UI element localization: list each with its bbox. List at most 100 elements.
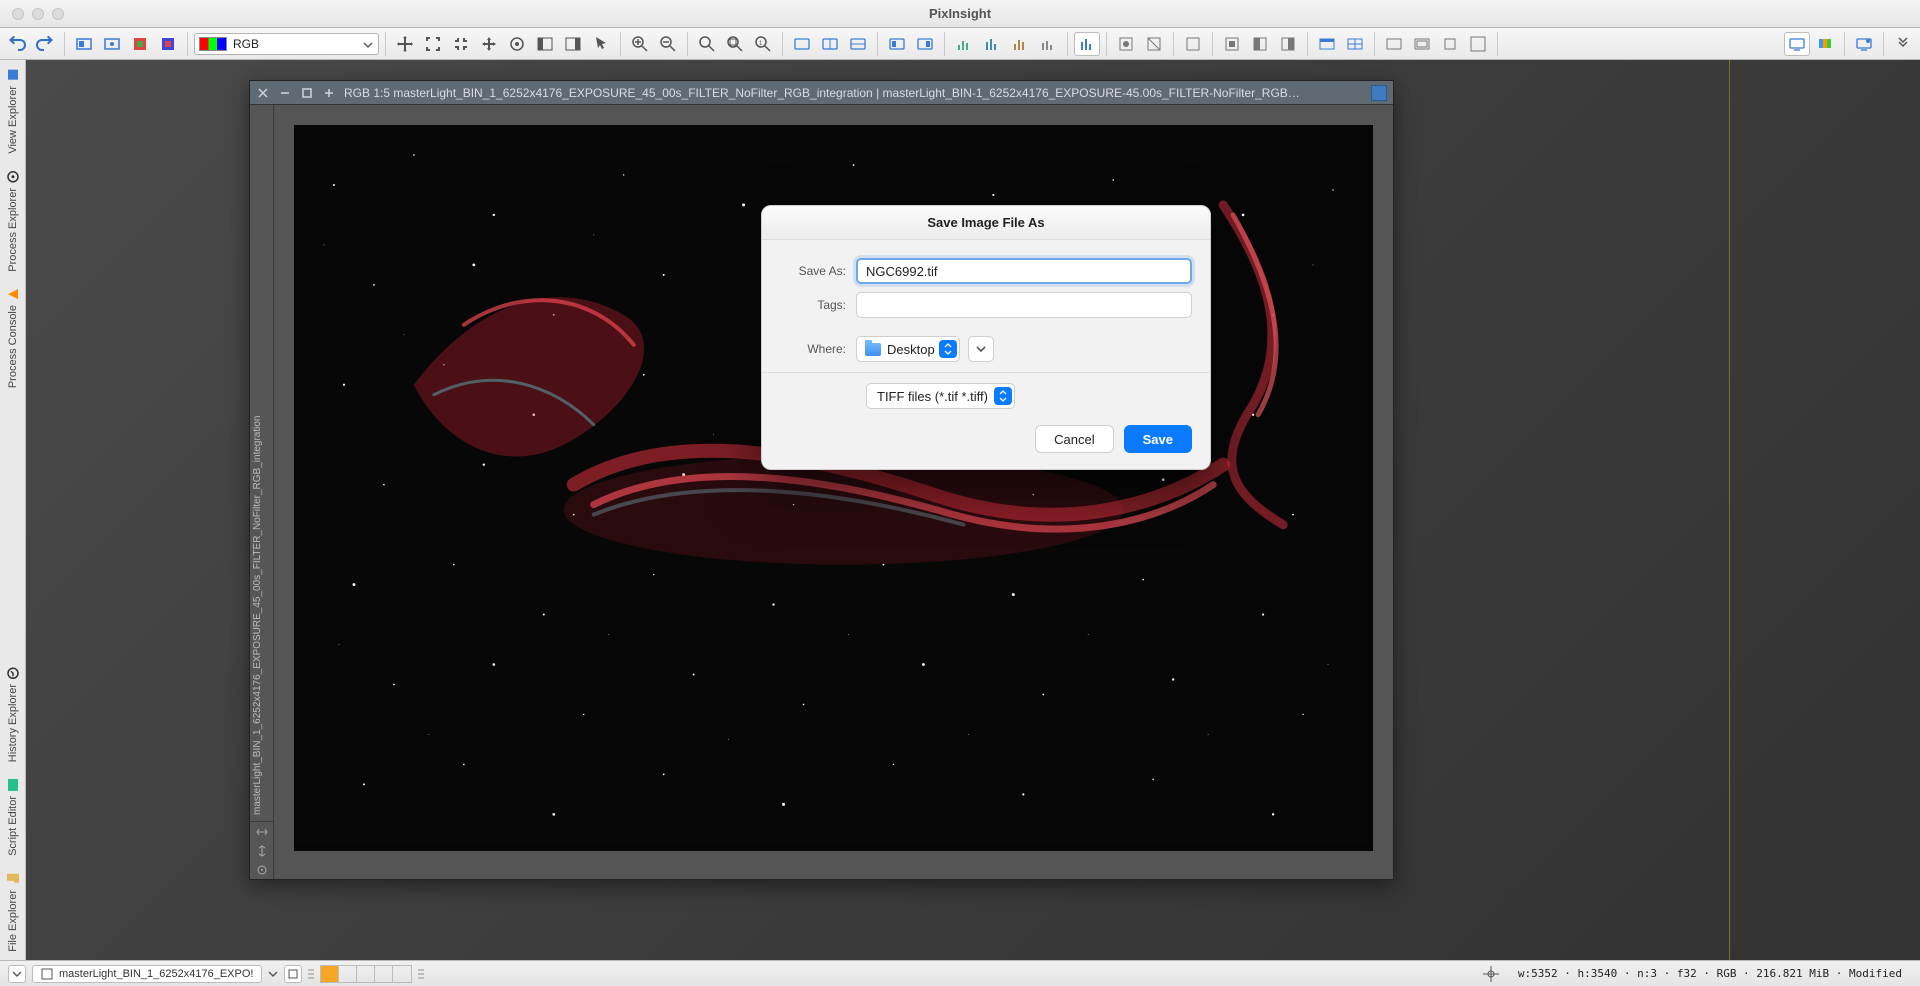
split-left-icon[interactable] bbox=[532, 32, 558, 56]
filetype-label: TIFF files (*.tif *.tiff) bbox=[877, 389, 988, 404]
image-window-side-strip: masterLight_BIN_1_6252x4176_EXPOSURE_45_… bbox=[250, 105, 274, 879]
toolbar-separator bbox=[385, 32, 386, 56]
move-tool-icon[interactable] bbox=[392, 32, 418, 56]
zoom-1to1-icon[interactable]: 1 bbox=[750, 32, 776, 56]
pointer-tool-icon[interactable] bbox=[588, 32, 614, 56]
zoom-icon[interactable] bbox=[694, 32, 720, 56]
updown-caret-icon bbox=[994, 387, 1012, 405]
pan-icon[interactable] bbox=[476, 32, 502, 56]
tool-icon-3[interactable] bbox=[127, 32, 153, 56]
tab-caret-icon[interactable] bbox=[268, 969, 278, 979]
channel-toggle[interactable] bbox=[375, 966, 393, 982]
monitor-icon-2[interactable] bbox=[1851, 32, 1877, 56]
rail-tab-process-explorer[interactable]: Process Explorer bbox=[4, 162, 22, 280]
image-tab-label: masterLight_BIN_1_6252x4176_EXPO! bbox=[59, 968, 253, 980]
main-toolbar: RGB 1 bbox=[0, 28, 1920, 60]
filetype-dropdown[interactable]: TIFF files (*.tif *.tiff) bbox=[866, 383, 1015, 409]
center-icon[interactable] bbox=[504, 32, 530, 56]
statusbar-pin-button[interactable] bbox=[284, 965, 302, 983]
tool-icon-4[interactable] bbox=[155, 32, 181, 56]
shade-icon[interactable] bbox=[322, 86, 336, 100]
rail-tab-script-editor[interactable]: Script Editor bbox=[4, 770, 22, 864]
zoom-fit-icon[interactable] bbox=[722, 32, 748, 56]
histogram-icon-3[interactable] bbox=[1007, 32, 1033, 56]
image-mode-indicator-icon[interactable] bbox=[1371, 85, 1387, 101]
channel-selector[interactable]: RGB bbox=[194, 33, 379, 55]
toolbar-separator bbox=[1106, 32, 1107, 56]
statusbar-menu-button[interactable] bbox=[8, 965, 26, 983]
mask-icon-1[interactable] bbox=[1113, 32, 1139, 56]
histogram-icon-1[interactable] bbox=[951, 32, 977, 56]
window-icon-1[interactable] bbox=[1314, 32, 1340, 56]
monitor-icon-active[interactable] bbox=[1784, 32, 1810, 56]
window-icon-6[interactable] bbox=[1465, 32, 1491, 56]
mask-icon-6[interactable] bbox=[1275, 32, 1301, 56]
split-right-icon[interactable] bbox=[560, 32, 586, 56]
filename-input[interactable] bbox=[856, 258, 1192, 284]
channel-toggle[interactable] bbox=[339, 966, 357, 982]
mask-icon-3[interactable] bbox=[1180, 32, 1206, 56]
channel-toggle[interactable] bbox=[357, 966, 375, 982]
minimize-window-icon[interactable] bbox=[32, 8, 44, 20]
save-button[interactable]: Save bbox=[1124, 425, 1192, 453]
toolbar-separator bbox=[1374, 32, 1375, 56]
window-icon-5[interactable] bbox=[1437, 32, 1463, 56]
history-icon bbox=[6, 666, 20, 680]
grip-icon[interactable] bbox=[308, 969, 314, 979]
rgb-swatch-icon bbox=[199, 37, 227, 51]
mask-icon-5[interactable] bbox=[1247, 32, 1273, 56]
dropdown-caret-icon bbox=[362, 39, 374, 51]
window-icon-3[interactable] bbox=[1381, 32, 1407, 56]
collapse-icon[interactable] bbox=[448, 32, 474, 56]
zoom-out-icon[interactable] bbox=[655, 32, 681, 56]
window-icon-4[interactable] bbox=[1409, 32, 1435, 56]
maximize-icon[interactable] bbox=[300, 86, 314, 100]
close-icon[interactable] bbox=[256, 86, 270, 100]
disclosure-button[interactable] bbox=[968, 336, 994, 362]
where-location-dropdown[interactable]: Desktop bbox=[856, 336, 960, 362]
gear-icon bbox=[6, 170, 20, 184]
rail-tab-process-console[interactable]: Process Console bbox=[4, 279, 22, 396]
mask-icon-4[interactable] bbox=[1219, 32, 1245, 56]
mask-icon-2[interactable] bbox=[1141, 32, 1167, 56]
expand-vert-icon[interactable] bbox=[256, 845, 268, 857]
channel-toggle-active[interactable] bbox=[321, 966, 339, 982]
channel-toggle[interactable] bbox=[393, 966, 411, 982]
fit-view-icon[interactable] bbox=[420, 32, 446, 56]
overflow-icon[interactable] bbox=[1890, 32, 1916, 56]
undo-button[interactable] bbox=[4, 32, 30, 56]
monitor-color-icon[interactable] bbox=[1812, 32, 1838, 56]
zoom-window-icon[interactable] bbox=[52, 8, 64, 20]
channel-toggle-strip[interactable] bbox=[320, 965, 412, 983]
tool-icon-1[interactable] bbox=[71, 32, 97, 56]
save-as-label: Save As: bbox=[780, 264, 856, 278]
window-icon-2[interactable] bbox=[1342, 32, 1368, 56]
tags-input[interactable] bbox=[856, 292, 1192, 318]
zoom-in-icon[interactable] bbox=[627, 32, 653, 56]
histogram-icon-4[interactable] bbox=[1035, 32, 1061, 56]
histogram-icon-2[interactable] bbox=[979, 32, 1005, 56]
rail-label: Process Explorer bbox=[7, 188, 19, 272]
screen-icon-3[interactable] bbox=[845, 32, 871, 56]
screen-icon-5[interactable] bbox=[912, 32, 938, 56]
rail-tab-history-explorer[interactable]: History Explorer bbox=[4, 658, 22, 770]
rail-tab-file-explorer[interactable]: File Explorer bbox=[4, 864, 22, 960]
close-window-icon[interactable] bbox=[12, 8, 24, 20]
rail-tab-view-explorer[interactable]: View Explorer bbox=[4, 60, 22, 162]
grip-icon[interactable] bbox=[418, 969, 424, 979]
minimize-icon[interactable] bbox=[278, 86, 292, 100]
redo-button[interactable] bbox=[32, 32, 58, 56]
rail-label: View Explorer bbox=[7, 86, 19, 154]
screen-icon-2[interactable] bbox=[817, 32, 843, 56]
histogram-active-icon[interactable] bbox=[1074, 32, 1100, 56]
square-icon bbox=[6, 68, 20, 82]
tool-icon-2[interactable] bbox=[99, 32, 125, 56]
screen-icon-1[interactable] bbox=[789, 32, 815, 56]
target-icon[interactable] bbox=[256, 864, 268, 876]
image-tab[interactable]: masterLight_BIN_1_6252x4176_EXPO! bbox=[32, 965, 262, 983]
toolbar-separator bbox=[944, 32, 945, 56]
expand-horiz-icon[interactable] bbox=[256, 826, 268, 838]
image-window-titlebar[interactable]: RGB 1:5 masterLight_BIN_1_6252x4176_EXPO… bbox=[250, 81, 1393, 105]
cancel-button[interactable]: Cancel bbox=[1035, 425, 1113, 453]
screen-icon-4[interactable] bbox=[884, 32, 910, 56]
